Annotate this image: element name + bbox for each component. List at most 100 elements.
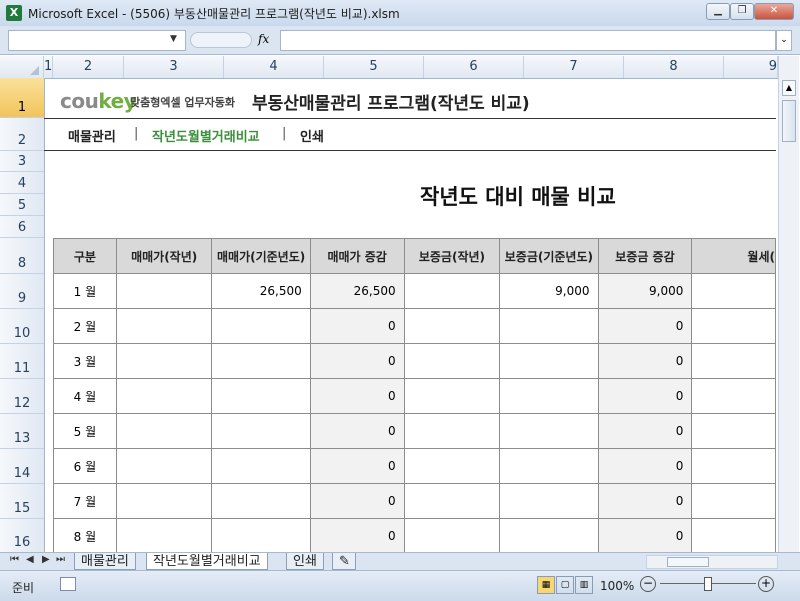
value-cell[interactable]: 9,000 [597, 273, 693, 309]
value-cell[interactable] [115, 273, 213, 309]
prev-sheet-icon[interactable]: ◀ [26, 554, 34, 565]
header-monthly-rent[interactable]: 월세( [691, 238, 776, 274]
value-cell[interactable] [211, 483, 311, 519]
value-cell[interactable] [115, 448, 213, 484]
value-cell[interactable]: 0 [309, 413, 405, 449]
vertical-scrollbar[interactable]: ▲ [778, 56, 799, 552]
header-category[interactable]: 구분 [53, 238, 117, 274]
value-cell[interactable] [115, 308, 213, 344]
value-cell[interactable]: 26,500 [309, 273, 405, 309]
value-cell[interactable] [403, 483, 501, 519]
zoom-out-icon[interactable]: − [640, 576, 656, 592]
value-cell[interactable] [403, 518, 501, 552]
first-sheet-icon[interactable]: ⏮ [10, 554, 19, 565]
value-cell[interactable]: 0 [597, 308, 693, 344]
table-row: 7 월 0 0 [53, 483, 776, 519]
value-cell[interactable] [115, 518, 213, 552]
value-cell[interactable] [115, 378, 213, 414]
value-cell[interactable] [403, 378, 501, 414]
value-cell[interactable] [691, 413, 776, 449]
value-cell[interactable]: 0 [309, 308, 405, 344]
value-cell[interactable]: 0 [597, 378, 693, 414]
value-cell[interactable] [691, 273, 776, 309]
value-cell[interactable] [691, 518, 776, 552]
value-cell[interactable] [115, 343, 213, 379]
value-cell[interactable] [211, 448, 311, 484]
month-cell[interactable]: 7 월 [53, 483, 117, 519]
horizontal-scrollbar[interactable] [646, 555, 778, 569]
table-row: 6 월 0 0 [53, 448, 776, 484]
value-cell[interactable]: 9,000 [499, 273, 599, 309]
value-cell[interactable] [211, 518, 311, 552]
value-cell[interactable]: 0 [309, 483, 405, 519]
value-cell[interactable]: 0 [309, 448, 405, 484]
value-cell[interactable] [691, 483, 776, 519]
value-cell[interactable]: 0 [309, 378, 405, 414]
value-cell[interactable] [115, 483, 213, 519]
value-cell[interactable] [691, 343, 776, 379]
month-cell[interactable]: 1 월 [53, 273, 117, 309]
scroll-thumb[interactable] [782, 100, 796, 142]
value-cell[interactable] [691, 448, 776, 484]
header-deposit-change[interactable]: 보증금 증감 [597, 238, 693, 274]
value-cell[interactable] [403, 448, 501, 484]
header-deposit-last-year[interactable]: 보증금(작년) [403, 238, 501, 274]
month-cell[interactable]: 6 월 [53, 448, 117, 484]
table-row: 1 월 26,500 26,500 9,000 9,000 [53, 273, 776, 309]
value-cell[interactable]: 0 [597, 448, 693, 484]
insert-sheet-icon[interactable]: ✎ [332, 553, 356, 570]
value-cell[interactable]: 0 [597, 413, 693, 449]
macro-record-icon[interactable] [60, 577, 76, 591]
header-sale-change[interactable]: 매매가 증감 [309, 238, 405, 274]
next-sheet-icon[interactable]: ▶ [42, 554, 50, 565]
status-bar: 준비 ▦ ▢ ▥ 100% − + [0, 570, 800, 601]
value-cell[interactable]: 0 [597, 343, 693, 379]
table-row: 8 월 0 0 [53, 518, 776, 552]
value-cell[interactable] [691, 308, 776, 344]
sheet-tab-property[interactable]: 매물관리 [74, 553, 136, 570]
value-cell[interactable]: 0 [309, 343, 405, 379]
value-cell[interactable] [211, 378, 311, 414]
header-sale-base-year[interactable]: 매매가(기준년도) [211, 238, 311, 274]
value-cell[interactable]: 0 [597, 483, 693, 519]
value-cell[interactable]: 0 [597, 518, 693, 552]
value-cell[interactable] [499, 518, 599, 552]
zoom-level[interactable]: 100% [600, 579, 634, 593]
zoom-in-icon[interactable]: + [758, 576, 774, 592]
value-cell[interactable] [691, 378, 776, 414]
month-cell[interactable]: 3 월 [53, 343, 117, 379]
table-header-row: 구분 매매가(작년) 매매가(기준년도) 매매가 증감 보증금(작년) 보증금(… [53, 238, 776, 274]
sheet-tab-print[interactable]: 인쇄 [286, 553, 324, 570]
header-sale-last-year[interactable]: 매매가(작년) [115, 238, 213, 274]
value-cell[interactable]: 0 [309, 518, 405, 552]
value-cell[interactable]: 26,500 [211, 273, 311, 309]
month-cell[interactable]: 2 월 [53, 308, 117, 344]
sheet-tab-yearly-compare[interactable]: 작년도월별거래비교 [146, 553, 268, 570]
value-cell[interactable] [403, 413, 501, 449]
header-deposit-base-year[interactable]: 보증금(기준년도) [499, 238, 599, 274]
value-cell[interactable] [499, 413, 599, 449]
value-cell[interactable] [403, 308, 501, 344]
expand-formula-icon[interactable]: ⌄ [776, 30, 792, 51]
month-cell[interactable]: 4 월 [53, 378, 117, 414]
page-break-view-icon[interactable]: ▥ [575, 576, 593, 594]
value-cell[interactable] [499, 378, 599, 414]
value-cell[interactable] [211, 308, 311, 344]
value-cell[interactable] [211, 343, 311, 379]
scroll-thumb[interactable] [667, 557, 709, 567]
month-cell[interactable]: 5 월 [53, 413, 117, 449]
value-cell[interactable] [499, 483, 599, 519]
value-cell[interactable] [499, 308, 599, 344]
value-cell[interactable] [499, 343, 599, 379]
normal-view-icon[interactable]: ▦ [537, 576, 555, 594]
value-cell[interactable] [403, 273, 501, 309]
last-sheet-icon[interactable]: ⏭ [56, 554, 65, 565]
value-cell[interactable] [211, 413, 311, 449]
zoom-slider-thumb[interactable] [704, 577, 712, 591]
value-cell[interactable] [115, 413, 213, 449]
value-cell[interactable] [403, 343, 501, 379]
value-cell[interactable] [499, 448, 599, 484]
page-layout-view-icon[interactable]: ▢ [556, 576, 574, 594]
scroll-up-icon[interactable]: ▲ [782, 80, 796, 96]
month-cell[interactable]: 8 월 [53, 518, 117, 552]
